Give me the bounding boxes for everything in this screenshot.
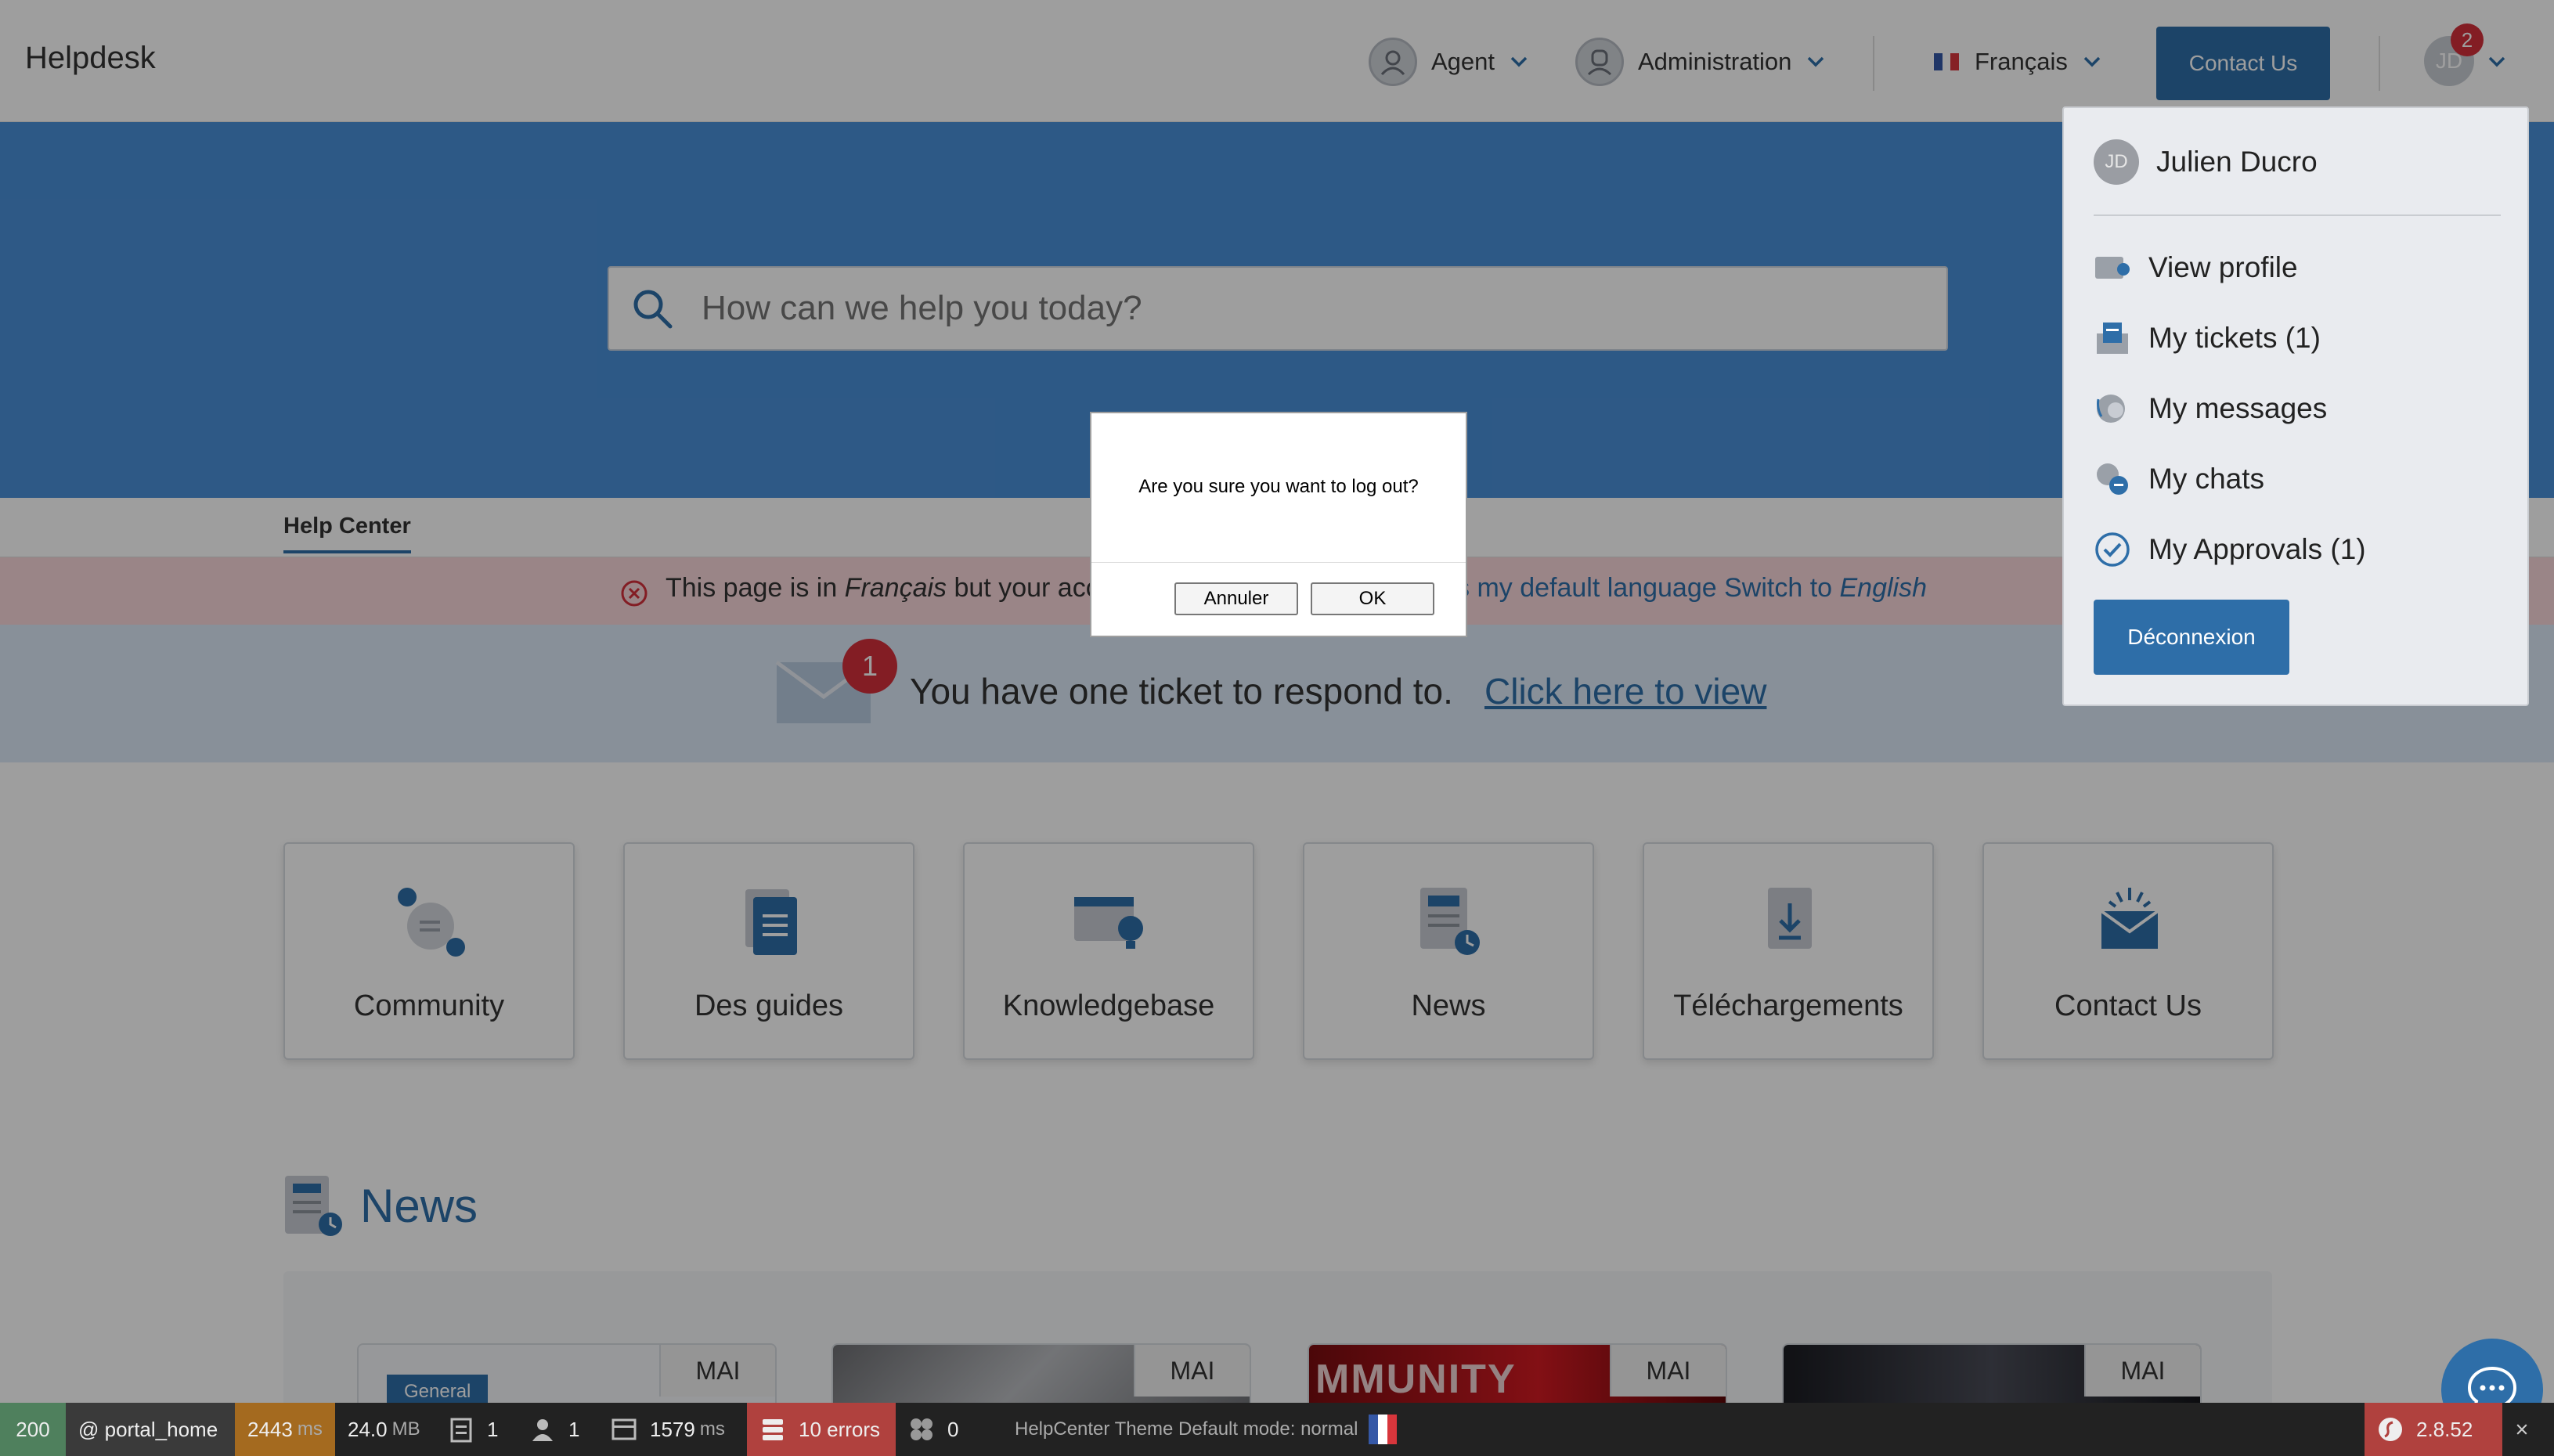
- toolbar-version[interactable]: 2.8.52: [2365, 1403, 2502, 1456]
- menu-item-label: My tickets (1): [2148, 322, 2321, 354]
- toolbar-time-value: 2443: [247, 1417, 293, 1441]
- dialog-cancel-button[interactable]: Annuler: [1174, 582, 1298, 615]
- toolbar-errors-label: 10 errors: [799, 1417, 881, 1441]
- toolbar-memory-value: 24.0: [348, 1417, 388, 1441]
- db-time-icon: [611, 1418, 637, 1440]
- form-icon: [450, 1418, 472, 1443]
- menu-my-messages[interactable]: My messages: [2094, 385, 2327, 432]
- menu-item-label: My Approvals (1): [2148, 533, 2366, 565]
- debug-toolbar: 200 @ portal_home 2443 ms 24.0 MB 1 1 1579…: [0, 1403, 2554, 1456]
- toolbar-events[interactable]: 0: [896, 1403, 982, 1456]
- toolbar-forms[interactable]: 1: [435, 1403, 517, 1456]
- dialog-message: Are you sure you want to log out?: [1138, 476, 1419, 497]
- toolbar-time[interactable]: 2443 ms: [235, 1403, 335, 1456]
- toolbar-db-unit: ms: [699, 1418, 725, 1440]
- toolbar-memory[interactable]: 24.0 MB: [335, 1403, 435, 1456]
- toolbar-status[interactable]: 200: [0, 1403, 66, 1456]
- error-log-icon: [763, 1419, 783, 1440]
- menu-my-approvals[interactable]: My Approvals (1): [2094, 526, 2366, 573]
- user-menu-avatar: JD: [2094, 139, 2139, 185]
- user-menu-header: JD Julien Ducro: [2094, 139, 2318, 185]
- close-icon: [2516, 1424, 2527, 1435]
- flag-fr-icon: [1369, 1415, 1398, 1444]
- toolbar-user-count: 1: [568, 1417, 580, 1441]
- toolbar-errors[interactable]: 10 errors: [747, 1403, 896, 1456]
- toolbar-route[interactable]: @ portal_home: [66, 1403, 235, 1456]
- symfony-logo-icon: [2379, 1418, 2402, 1441]
- toolbar-db[interactable]: 1579 ms: [598, 1403, 747, 1456]
- dialog-ok-button[interactable]: OK: [1311, 582, 1434, 615]
- toolbar-theme[interactable]: HelpCenter Theme Default mode: normal: [1002, 1403, 1425, 1456]
- menu-view-profile[interactable]: View profile: [2094, 244, 2298, 291]
- toolbar-time-unit: ms: [297, 1418, 323, 1440]
- events-icon: [911, 1418, 932, 1440]
- toolbar-theme-label: HelpCenter Theme Default mode: normal: [1015, 1418, 1358, 1440]
- logout-confirm-dialog: Are you sure you want to log out? Annule…: [1090, 412, 1467, 637]
- menu-item-label: My messages: [2148, 392, 2328, 424]
- menu-item-label: View profile: [2148, 251, 2298, 283]
- user-menu-name: Julien Ducro: [2156, 146, 2318, 178]
- user-menu-dropdown: JD Julien Ducro View profile My tickets …: [2062, 106, 2529, 706]
- toolbar-close-button[interactable]: [2502, 1403, 2554, 1456]
- toolbar-user[interactable]: 1: [517, 1403, 598, 1456]
- menu-my-tickets[interactable]: My tickets (1): [2094, 315, 2321, 362]
- chats-icon: [2097, 463, 2128, 495]
- tickets-icon: [2097, 323, 2128, 354]
- user-menu-divider: [2094, 214, 2501, 216]
- toolbar-events-count: 0: [947, 1417, 959, 1441]
- profile-settings-icon: [2095, 257, 2130, 279]
- toolbar-db-value: 1579: [650, 1417, 695, 1441]
- logout-button[interactable]: Déconnexion: [2094, 600, 2289, 675]
- toolbar-version-label: 2.8.52: [2416, 1417, 2473, 1441]
- menu-item-label: My chats: [2148, 463, 2265, 495]
- toolbar-forms-count: 1: [487, 1417, 499, 1441]
- messages-icon: [2097, 395, 2125, 423]
- user-icon: [532, 1419, 553, 1441]
- toolbar-memory-unit: MB: [391, 1418, 420, 1440]
- menu-my-chats[interactable]: My chats: [2094, 456, 2264, 503]
- approval-check-icon: [2095, 532, 2130, 567]
